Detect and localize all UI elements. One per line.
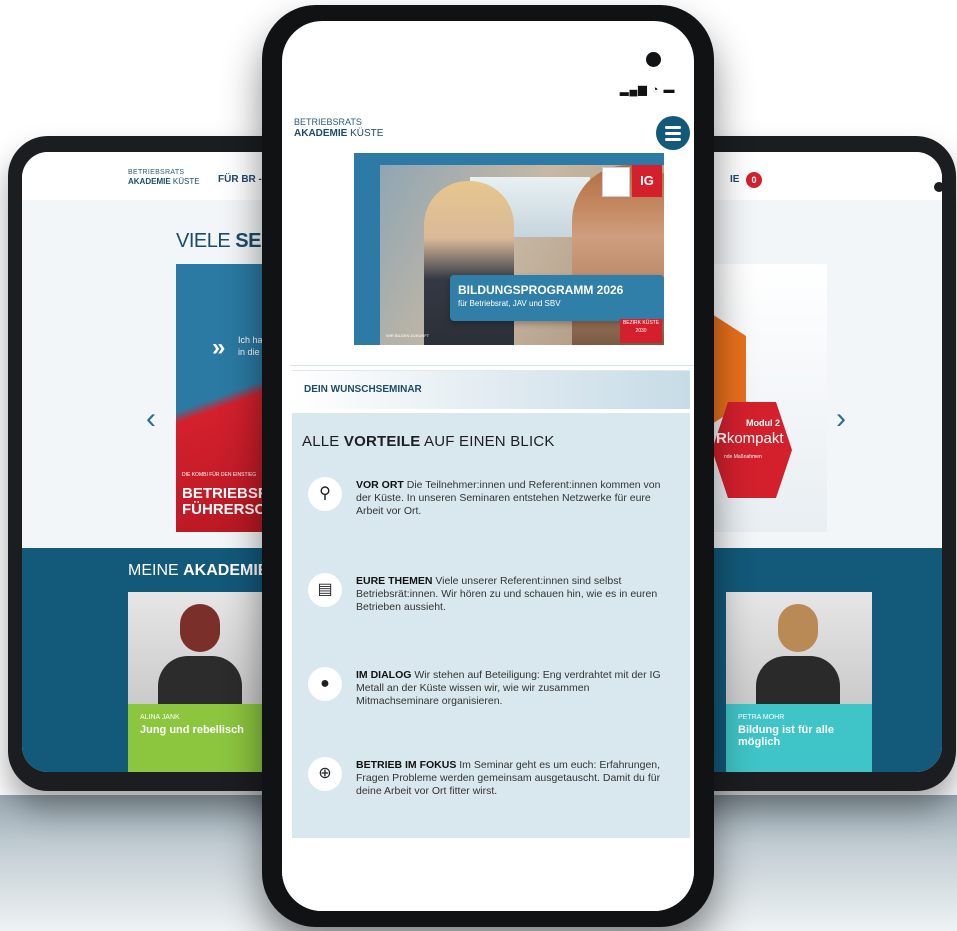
phone-screen: ▂▄▆ ◔ ▬ BETRIEBSRATS AKADEMIE KÜSTE IG B…	[282, 21, 694, 911]
slide-big-line1: BETRIEBSR	[182, 485, 269, 502]
slide-kompakt-normal: kompakt	[726, 430, 784, 447]
team-card-petra[interactable]: PETRA MOHR Bildung ist für alle möglich	[726, 592, 872, 772]
phone-logo[interactable]: BETRIEBSRATS AKADEMIE KÜSTE	[294, 117, 383, 139]
team-card-alina[interactable]: ALINA JANK Jung und rebellisch	[128, 592, 274, 772]
slide-subtext: nde Maßnahmen	[724, 454, 762, 460]
tablet-logo-thin: KÜSTE	[172, 177, 200, 186]
team-member-tagline: Jung und rebellisch	[140, 724, 244, 736]
slide-kompakt-label: Rkompakt	[716, 430, 784, 447]
team-photo	[726, 592, 872, 710]
slide-small-text: DIE KOMBI FÜR DEN EINSTIEG	[182, 472, 257, 478]
advantages-heading: ALLE VORTEILE AUF EINEN BLICK	[302, 433, 555, 450]
clipboard-icon: ▤	[308, 573, 342, 607]
phone-logo-line2: AKADEMIE KÜSTE	[294, 128, 383, 139]
carousel-next-arrow-icon[interactable]: ›	[836, 402, 846, 436]
tablet-heading-normal: VIELE	[176, 230, 231, 252]
advantages-heading-post: AUF EINEN BLICK	[424, 433, 555, 450]
hero-program-image[interactable]: IG BILDUNGSPROGRAMM 2026 für Betriebsrat…	[354, 153, 664, 345]
phone-bottom-area	[282, 838, 694, 911]
phone-device: ▂▄▆ ◔ ▬ BETRIEBSRATS AKADEMIE KÜSTE IG B…	[262, 5, 714, 927]
person-body-shape	[158, 656, 242, 710]
akademie-logo-icon	[602, 167, 630, 197]
advantage-text: VOR ORT Die Teilnehmer:innen und Referen…	[356, 479, 661, 518]
slide-quote-text: Ich ha in die	[238, 334, 263, 358]
advantage-text: EURE THEMEN Viele unserer Referent:innen…	[356, 575, 661, 614]
slide-quote-line2: in die	[238, 347, 260, 357]
team-card-caption: ALINA JANK Jung und rebellisch	[128, 704, 274, 772]
advantages-heading-bold: VORTEILE	[343, 433, 421, 450]
akademie-heading-bold: AKADEMIE	[183, 562, 269, 579]
person-head-shape	[778, 604, 818, 652]
slide-big-line2: FÜHRERSCI	[182, 501, 270, 518]
tablet-slide-right[interactable]: Modul 2 Rkompakt nde Maßnahmen	[712, 264, 827, 532]
tablet-akademie-heading: MEINE AKADEMIE	[128, 562, 268, 580]
hero-banner: BILDUNGSPROGRAMM 2026 für Betriebsrat, J…	[450, 275, 664, 321]
phone-logo-bold: AKADEMIE	[294, 128, 348, 139]
wunschseminar-bar[interactable]: DEIN WUNSCHSEMINAR	[292, 370, 690, 409]
chat-bubbles-icon: ●	[308, 667, 342, 701]
advantage-title: VOR ORT	[356, 479, 404, 491]
tablet-logo[interactable]: BETRIEBSRATS AKADEMIE KÜSTE	[128, 168, 200, 186]
phone-camera	[646, 52, 661, 67]
tablet-logo-line1: BETRIEBSRATS	[128, 169, 185, 176]
hero-year-badge: BEZIRK KÜSTE 2030	[620, 319, 662, 343]
advantages-section: ALLE VORTEILE AUF EINEN BLICK ⚲ VOR ORT …	[292, 413, 690, 838]
magnifier-plus-icon: ⊕	[308, 757, 342, 791]
hero-logos: IG	[602, 165, 662, 197]
location-pin-icon: ⚲	[308, 477, 342, 511]
advantage-text: IM DIALOG Wir stehen auf Beteiligung: En…	[356, 669, 661, 708]
phone-logo-line1: BETRIEBSRATS	[294, 117, 362, 127]
team-member-name: PETRA MOHR	[738, 714, 785, 721]
slide-big-text: BETRIEBSR FÜHRERSCI	[182, 486, 270, 518]
advantage-title: EURE THEMEN	[356, 575, 433, 587]
team-member-tagline: Bildung ist für alle möglich	[738, 724, 834, 748]
tablet-nav-badge: 0	[746, 172, 762, 188]
tablet-camera	[934, 182, 942, 192]
person-head-shape	[180, 604, 220, 652]
ig-metall-logo-icon: IG	[632, 165, 662, 197]
phone-logo-thin: KÜSTE	[350, 128, 384, 139]
tablet-logo-bold: AKADEMIE	[128, 177, 171, 186]
tablet-nav-item-right[interactable]: IE	[730, 174, 739, 185]
red-hexagon-shape	[712, 402, 792, 498]
status-bar-icons: ▂▄▆ ◔ ▬	[620, 84, 676, 96]
slide-quote-line1: Ich ha	[238, 335, 263, 345]
advantages-heading-pre: ALLE	[302, 433, 340, 450]
hamburger-menu-icon[interactable]	[656, 116, 690, 150]
akademie-heading-normal: MEINE	[128, 562, 179, 579]
person-body-shape	[756, 656, 840, 710]
carousel-prev-arrow-icon[interactable]: ‹	[146, 402, 156, 436]
hero-subtitle: für Betriebsrat, JAV und SBV	[458, 299, 561, 308]
advantage-title: IM DIALOG	[356, 669, 412, 681]
quote-icon: »	[212, 334, 226, 361]
advantage-title: BETRIEB IM FOKUS	[356, 759, 457, 771]
hero-title: BILDUNGSPROGRAMM 2026	[458, 283, 624, 297]
team-card-caption: PETRA MOHR Bildung ist für alle möglich	[726, 704, 872, 772]
tablet-logo-line2: AKADEMIE KÜSTE	[128, 177, 200, 186]
advantage-text: BETRIEB IM FOKUS Im Seminar geht es um e…	[356, 759, 661, 798]
team-photo	[128, 592, 274, 710]
slide-modul-label: Modul 2	[746, 418, 780, 428]
team-member-name: ALINA JANK	[140, 714, 180, 721]
wunschseminar-label: DEIN WUNSCHSEMINAR	[304, 384, 422, 395]
hero-fine-print: WIR BILDEN ZUKUNFT	[386, 333, 430, 338]
slide-kompakt-bold: R	[716, 430, 727, 447]
